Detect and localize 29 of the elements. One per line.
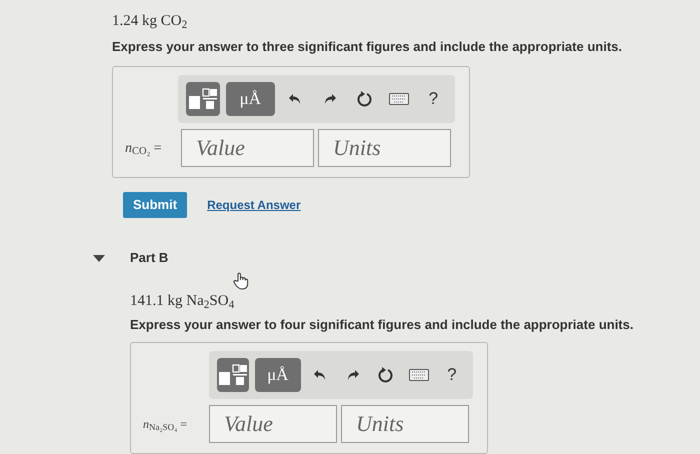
reset-icon[interactable] (378, 367, 394, 383)
variable-label: n$_{CO₂}$ = (125, 140, 163, 158)
keyboard-icon[interactable] (409, 369, 430, 381)
units-button[interactable]: μÅ (226, 82, 275, 116)
request-answer-link[interactable]: Request Answer (207, 196, 301, 214)
reset-icon[interactable] (356, 91, 373, 107)
given-quantity: 1.24 kg CO$_{2}$ (112, 12, 188, 32)
undo-icon[interactable] (288, 93, 302, 105)
hand-cursor-icon (232, 272, 250, 290)
help-button[interactable]: ? (438, 361, 465, 389)
instruction-text: Express your answer to three significant figures and include the appropriate units. (112, 38, 623, 56)
units-button[interactable]: μÅ (254, 358, 301, 392)
template-button[interactable] (217, 358, 249, 392)
help-button[interactable]: ? (420, 85, 447, 113)
part-title[interactable]: Part B (130, 248, 168, 268)
variable-label: n$_{Na₂SO₄}$ = (143, 416, 188, 433)
caret-down-icon[interactable] (92, 253, 106, 263)
value-field[interactable]: Value (209, 405, 337, 443)
redo-icon[interactable] (322, 93, 337, 105)
instruction-text: Express your answer to four significant figures and include the appropriate units. (130, 316, 634, 334)
units-field[interactable]: Units (341, 405, 469, 443)
submit-button[interactable]: Submit (123, 192, 188, 218)
given-quantity: 141.1 kg Na$_{2}$SO$_{4}$ (130, 292, 236, 312)
value-field[interactable]: Value (181, 129, 314, 167)
keyboard-icon[interactable] (389, 93, 410, 105)
units-field[interactable]: Units (318, 129, 451, 167)
redo-icon[interactable] (346, 369, 360, 381)
undo-icon[interactable] (313, 369, 328, 381)
template-button[interactable] (186, 82, 220, 116)
